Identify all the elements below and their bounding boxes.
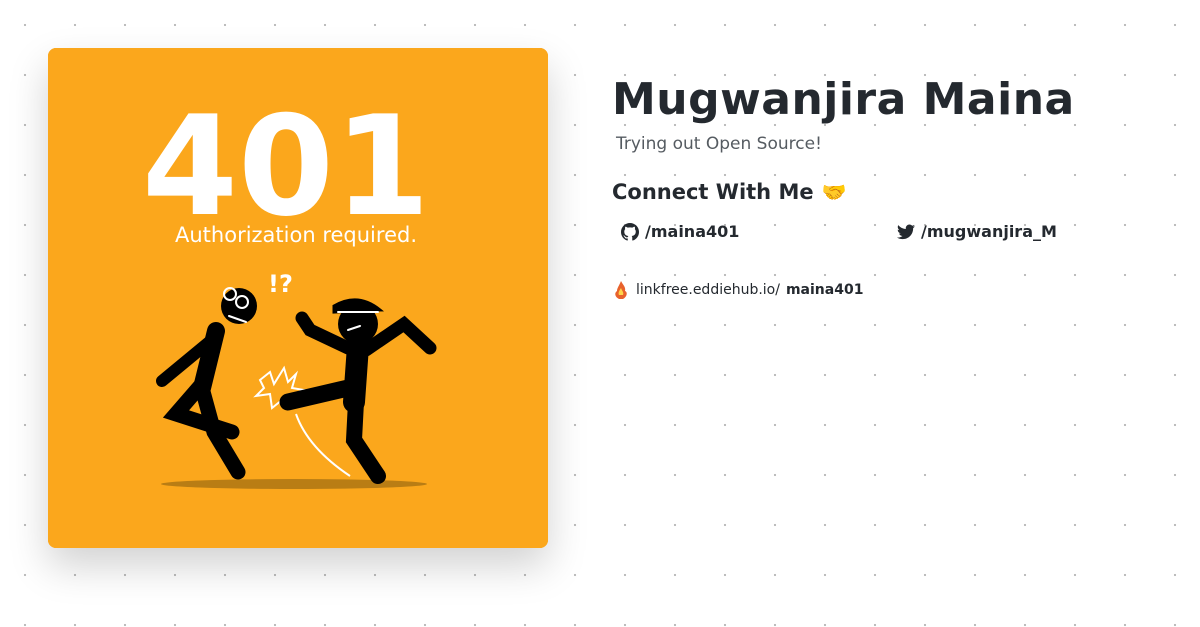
flame-logo-icon <box>615 281 627 299</box>
ground-shadow <box>161 479 427 489</box>
twitter-link[interactable]: /mugwanjira_M <box>897 222 1057 241</box>
avatar-image: 401 Authorization required. !? <box>48 48 548 548</box>
connect-heading: Connect With Me 🤝 <box>612 180 1172 204</box>
github-handle: /maina401 <box>645 222 740 241</box>
github-icon <box>621 222 639 241</box>
twitter-handle: /mugwanjira_M <box>921 222 1057 241</box>
handshake-icon: 🤝 <box>821 180 847 204</box>
profile-bio: Trying out Open Source! <box>616 134 822 154</box>
avatar-illustration: 401 Authorization required. !? <box>48 48 548 548</box>
profile-info: Mugwanjira Maina Trying out Open Source!… <box>612 70 1172 300</box>
avatar-exclaim-text: !? <box>268 270 293 298</box>
avatar-caption-text: Authorization required. <box>175 223 417 247</box>
linkfree-prefix: linkfree.eddiehub.io/ <box>636 282 780 298</box>
social-links: /maina401 /mugwanjira_M <box>612 222 1172 246</box>
linkfree-username: maina401 <box>785 282 864 298</box>
profile-card-page: 401 Authorization required. !? Mugwanjir… <box>0 0 1200 627</box>
twitter-icon <box>897 224 915 239</box>
connect-heading-text: Connect With Me <box>612 180 814 204</box>
profile-name: Mugwanjira Maina <box>612 74 1075 125</box>
github-link[interactable]: /maina401 <box>621 222 739 241</box>
linkfree-link[interactable]: linkfree.eddiehub.io/ maina401 <box>612 280 1172 300</box>
